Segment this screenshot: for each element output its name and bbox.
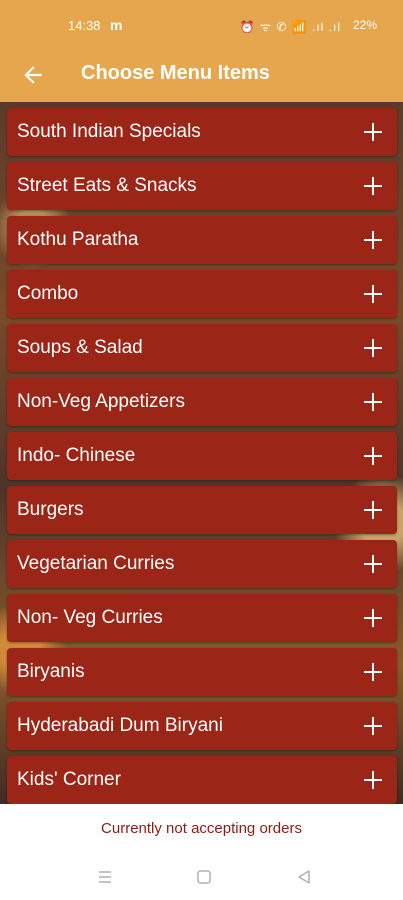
menu-category-label: Street Eats & Snacks [17, 175, 197, 196]
menu-category-label: Biryanis [17, 661, 85, 682]
menu-category-label: South Indian Specials [17, 121, 201, 142]
menu-category-item[interactable]: Indo- Chinese [7, 432, 397, 480]
menu-category-item[interactable]: Burgers [7, 486, 397, 534]
menu-category-item[interactable]: Kids' Corner [7, 756, 397, 804]
menu-icon[interactable] [96, 868, 114, 886]
status-time: 14:38 [68, 18, 101, 33]
plus-icon[interactable] [361, 120, 385, 144]
menu-category-list[interactable]: South Indian Specials Street Eats & Snac… [0, 102, 403, 804]
menu-category-item[interactable]: Vegetarian Curries [7, 540, 397, 588]
plus-icon[interactable] [361, 174, 385, 198]
plus-icon[interactable] [361, 660, 385, 684]
back-triangle-icon[interactable] [295, 868, 313, 886]
status-indicators: ⏰ ᯤ ✆ 📶 .ıl .ıl [239, 20, 341, 34]
footer: Currently not accepting orders [0, 804, 403, 900]
plus-icon[interactable] [361, 498, 385, 522]
menu-category-item[interactable]: Biryanis [7, 648, 397, 696]
app-bar: Choose Menu Items [0, 50, 403, 102]
menu-category-label: Soups & Salad [17, 337, 143, 358]
menu-category-item[interactable]: Street Eats & Snacks [7, 162, 397, 210]
plus-icon[interactable] [361, 714, 385, 738]
menu-category-item[interactable]: Kothu Paratha [7, 216, 397, 264]
menu-category-item[interactable]: Non-Veg Appetizers [7, 378, 397, 426]
plus-icon[interactable] [361, 228, 385, 252]
status-carrier-glyph: m [110, 17, 123, 33]
menu-category-label: Kothu Paratha [17, 229, 139, 250]
status-bar: 14:38 m 22% ⏰ ᯤ ✆ 📶 .ıl .ıl [0, 0, 403, 50]
menu-category-item[interactable]: Hyderabadi Dum Biryani [7, 702, 397, 750]
menu-category-item[interactable]: Soups & Salad [7, 324, 397, 372]
plus-icon[interactable] [361, 552, 385, 576]
menu-category-label: Burgers [17, 499, 84, 520]
plus-icon[interactable] [361, 282, 385, 306]
menu-category-label: Non-Veg Appetizers [17, 391, 185, 412]
order-status-notice: Currently not accepting orders [101, 820, 302, 837]
plus-icon[interactable] [361, 606, 385, 630]
menu-category-label: Vegetarian Curries [17, 553, 175, 574]
plus-icon[interactable] [361, 768, 385, 792]
plus-icon[interactable] [361, 444, 385, 468]
menu-category-label: Combo [17, 283, 79, 304]
plus-icon[interactable] [361, 390, 385, 414]
menu-category-label: Non- Veg Curries [17, 607, 163, 628]
plus-icon[interactable] [361, 336, 385, 360]
menu-category-item[interactable]: South Indian Specials [7, 108, 397, 156]
menu-category-label: Hyderabadi Dum Biryani [17, 715, 223, 736]
menu-category-label: Kids' Corner [17, 769, 121, 790]
arrow-left-icon[interactable] [20, 62, 46, 88]
menu-category-label: Indo- Chinese [17, 445, 136, 466]
battery-percentage: 22% [352, 18, 377, 32]
menu-category-item[interactable]: Non- Veg Curries [7, 594, 397, 642]
home-square-icon[interactable] [195, 868, 213, 886]
page-title: Choose Menu Items [81, 62, 270, 84]
menu-category-item[interactable]: Combo [7, 270, 397, 318]
